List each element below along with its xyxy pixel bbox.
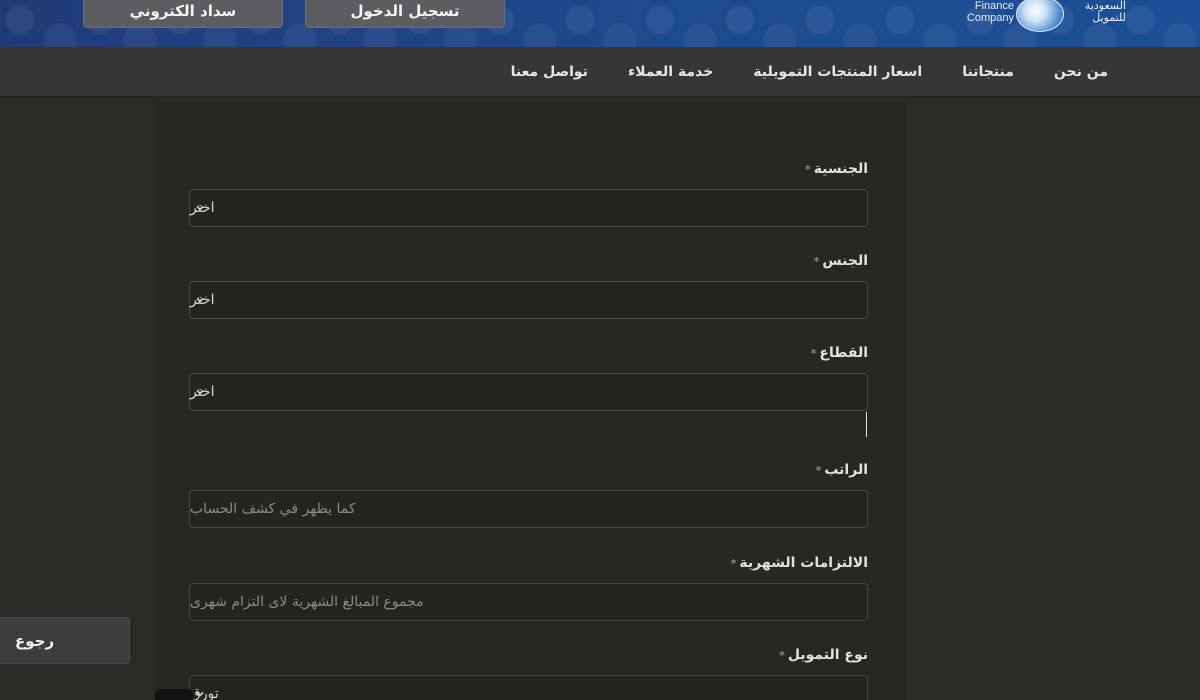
nav-item-customer-service[interactable]: خدمة العملاء	[628, 64, 713, 80]
login-button[interactable]: تسجيل الدخول	[305, 0, 505, 28]
gender-label: الجنس*	[814, 253, 868, 269]
nav-item-about[interactable]: من نحن	[1054, 64, 1108, 80]
obligations-label-text: الالتزامات الشهرية	[739, 555, 868, 571]
text-cursor	[866, 412, 867, 437]
required-mark: *	[810, 347, 817, 360]
required-mark: *	[730, 557, 737, 570]
salary-input[interactable]: كما يظهر في كشف الحساب	[189, 490, 868, 528]
logo-emblem-icon	[1016, 0, 1064, 32]
salary-label-text: الراتب	[824, 462, 868, 478]
back-button[interactable]: رجوع	[0, 617, 130, 664]
nav-item-pricing[interactable]: اسعار المنتجات التمويلية	[753, 64, 922, 80]
chevron-down-icon	[195, 203, 205, 213]
obligations-label: الالتزامات الشهرية*	[731, 555, 868, 571]
sector-select[interactable]: اختر	[189, 373, 868, 411]
chevron-down-icon	[195, 387, 205, 397]
gender-select[interactable]: اختر	[189, 281, 868, 319]
main-navigation: من نحن منتجاتنا اسعار المنتجات التمويلية…	[0, 47, 1200, 97]
finance-type-select[interactable]: تورق	[189, 675, 868, 700]
obligations-placeholder: مجموع المبالغ الشهرية لاى التزام شهرى	[190, 594, 424, 610]
nationality-label: الجنسية*	[805, 161, 868, 177]
nav-menu: من نحن منتجاتنا اسعار المنتجات التمويلية…	[511, 47, 1108, 97]
chat-widget-edge[interactable]	[155, 689, 193, 700]
logo-english-text: Finance Company	[966, 0, 1014, 24]
logo-arabic-text: السعودية للتمويل	[1084, 0, 1126, 24]
gender-label-text: الجنس	[822, 253, 868, 269]
required-mark: *	[815, 464, 822, 477]
sector-label-text: القطاع	[819, 345, 868, 361]
chevron-down-icon	[195, 689, 205, 699]
top-header: سداد الكتروني تسجيل الدخول Finance Compa…	[0, 0, 1200, 47]
obligations-input[interactable]: مجموع المبالغ الشهرية لاى التزام شهرى	[189, 583, 868, 621]
sector-label: القطاع*	[811, 345, 868, 361]
required-mark: *	[804, 163, 811, 176]
nav-item-products[interactable]: منتجاتنا	[962, 64, 1014, 80]
nav-item-contact[interactable]: تواصل معنا	[511, 64, 588, 80]
salary-placeholder: كما يظهر في كشف الحساب	[190, 501, 356, 517]
finance-type-label: نوع التمويل*	[779, 647, 868, 663]
finance-type-label-text: نوع التمويل	[787, 647, 868, 663]
company-logo[interactable]: Finance Company السعودية للتمويل	[962, 0, 1132, 36]
required-mark: *	[813, 255, 820, 268]
required-mark: *	[779, 649, 785, 662]
nationality-select[interactable]: اختر	[189, 189, 868, 227]
salary-label: الراتب*	[816, 462, 868, 478]
nationality-label-text: الجنسية	[813, 161, 868, 177]
electronic-payment-button[interactable]: سداد الكتروني	[83, 0, 283, 28]
chevron-down-icon	[195, 295, 205, 305]
